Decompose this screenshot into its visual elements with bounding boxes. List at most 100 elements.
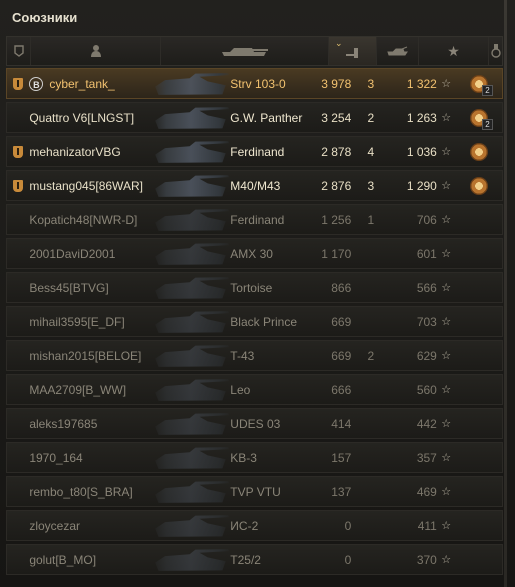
tank-image bbox=[150, 69, 230, 98]
badge-cell bbox=[7, 179, 29, 192]
xp-value: 1 036 bbox=[406, 144, 437, 159]
tank-name: KB-3 bbox=[230, 450, 257, 465]
player-name[interactable]: MAA2709[B_WW] bbox=[29, 383, 126, 397]
player-row[interactable]: rembo_t80[S_BRA] TVP VTU 137 469 ☆ bbox=[6, 476, 503, 507]
damage-value: 0 bbox=[344, 518, 352, 533]
xp-value: 357 bbox=[416, 450, 437, 465]
platoon-badge-icon bbox=[13, 77, 24, 90]
tank-silhouette-icon bbox=[155, 243, 230, 265]
frags-value: 1 bbox=[367, 212, 375, 227]
tank-name: Ferdinand bbox=[230, 212, 285, 227]
badge-column-header[interactable] bbox=[7, 37, 31, 65]
tank-name: TVP VTU bbox=[230, 484, 281, 499]
medal-icon[interactable]: 2 bbox=[469, 108, 493, 130]
xp-value: 629 bbox=[416, 348, 437, 363]
battle-pass-icon: B bbox=[29, 76, 44, 91]
xp-star-icon: ☆ bbox=[441, 78, 452, 90]
player-row[interactable]: aleks197685 UDES 03 414 442 ☆ bbox=[6, 408, 503, 439]
damage-column-icon bbox=[344, 44, 362, 58]
tank-column-header[interactable] bbox=[161, 37, 329, 65]
player-name[interactable]: mihail3595[E_DF] bbox=[29, 315, 124, 329]
damage-value: 669 bbox=[331, 314, 352, 329]
tank-image bbox=[150, 103, 230, 132]
player-row[interactable]: MAA2709[B_WW] Leo 666 560 ☆ bbox=[6, 374, 503, 405]
player-column-header[interactable] bbox=[31, 37, 161, 65]
player-name[interactable]: golut[B_MO] bbox=[29, 553, 96, 567]
player-cell: zloycezar bbox=[29, 519, 150, 533]
player-cell: mishan2015[BELOE] bbox=[29, 349, 150, 363]
player-cell: mehanizatorVBG bbox=[29, 145, 150, 159]
tank-silhouette-icon bbox=[155, 107, 230, 129]
player-row[interactable]: mehanizatorVBG Ferdinand 2 878 4 1 036 ☆ bbox=[6, 136, 503, 167]
player-name[interactable]: cyber_tank_ bbox=[49, 77, 114, 91]
badge-column-icon bbox=[13, 45, 24, 57]
tank-name: Leo bbox=[230, 382, 251, 397]
medal-cell: 2 bbox=[455, 108, 502, 130]
tank-image bbox=[150, 545, 230, 574]
medal-icon[interactable]: 2 bbox=[469, 74, 493, 96]
frags-column-header[interactable] bbox=[377, 37, 419, 65]
xp-value: 411 bbox=[417, 518, 437, 533]
player-row[interactable]: 2001DaviD2001 AMX 30 1 170 601 ☆ bbox=[6, 238, 503, 269]
damage-value: 157 bbox=[331, 450, 352, 465]
tank-silhouette-icon bbox=[155, 515, 230, 537]
tank-silhouette-icon bbox=[155, 277, 230, 299]
tank-image bbox=[150, 205, 230, 234]
damage-value: 0 bbox=[344, 552, 352, 567]
xp-value: 706 bbox=[416, 212, 437, 227]
medal-icon[interactable] bbox=[469, 142, 488, 161]
tank-name: UDES 03 bbox=[230, 416, 281, 431]
player-cell: mihail3595[E_DF] bbox=[29, 315, 150, 329]
player-cell: 2001DaviD2001 bbox=[29, 247, 150, 261]
damage-value: 669 bbox=[331, 348, 352, 363]
panel-title: Союзники bbox=[12, 10, 78, 25]
tank-silhouette-icon bbox=[155, 549, 230, 571]
xp-star-icon: ☆ bbox=[441, 282, 452, 294]
platoon-badge-icon bbox=[13, 145, 24, 158]
damage-value: 1 170 bbox=[321, 246, 352, 261]
player-name[interactable]: zloycezar bbox=[29, 519, 80, 533]
player-name[interactable]: rembo_t80[S_BRA] bbox=[29, 485, 132, 499]
xp-star-icon: ☆ bbox=[441, 180, 452, 192]
scrollbar[interactable] bbox=[504, 0, 507, 587]
xp-star-icon: ☆ bbox=[441, 316, 452, 328]
player-row[interactable]: mishan2015[BELOE] T-43 669 2 629 ☆ bbox=[6, 340, 503, 371]
player-cell: Bess45[BTVG] bbox=[29, 281, 150, 295]
achievements-column-header[interactable] bbox=[489, 37, 502, 65]
player-row[interactable]: zloycezar ИС-2 0 411 ☆ bbox=[6, 510, 503, 541]
medal-count: 2 bbox=[482, 118, 493, 130]
tank-image bbox=[150, 511, 230, 540]
damage-value: 3 254 bbox=[321, 110, 352, 125]
player-name[interactable]: Quattro V6[LNGST] bbox=[29, 111, 134, 125]
player-name[interactable]: 2001DaviD2001 bbox=[29, 247, 115, 261]
damage-column-header[interactable]: ⌄ bbox=[329, 37, 377, 65]
xp-column-icon: ★ bbox=[447, 42, 460, 59]
achievements-column-icon bbox=[490, 44, 501, 58]
frags-value: 3 bbox=[367, 178, 375, 193]
damage-value: 866 bbox=[331, 280, 352, 295]
player-row[interactable]: Bess45[BTVG] Tortoise 866 566 ☆ bbox=[6, 272, 503, 303]
player-name[interactable]: Kopatich48[NWR-D] bbox=[29, 213, 137, 227]
damage-value: 137 bbox=[331, 484, 352, 499]
player-row[interactable]: B cyber_tank_ Strv 103-0 3 978 3 1 322 ☆… bbox=[6, 68, 503, 99]
xp-star-icon: ☆ bbox=[441, 146, 452, 158]
medal-icon[interactable] bbox=[469, 176, 488, 195]
player-name[interactable]: Bess45[BTVG] bbox=[29, 281, 108, 295]
player-name[interactable]: mehanizatorVBG bbox=[29, 145, 120, 159]
xp-star-icon: ☆ bbox=[441, 452, 452, 464]
player-name[interactable]: mustang045[86WAR] bbox=[29, 179, 143, 193]
player-row[interactable]: Quattro V6[LNGST] G.W. Panther 3 254 2 1… bbox=[6, 102, 503, 133]
player-row[interactable]: Kopatich48[NWR-D] Ferdinand 1 256 1 706 … bbox=[6, 204, 503, 235]
player-row[interactable]: golut[B_MO] T25/2 0 370 ☆ bbox=[6, 544, 503, 575]
player-name[interactable]: 1970_164 bbox=[29, 451, 82, 465]
player-name[interactable]: mishan2015[BELOE] bbox=[29, 349, 141, 363]
damage-value: 1 256 bbox=[321, 212, 352, 227]
xp-column-header[interactable]: ★ bbox=[419, 37, 489, 65]
xp-star-icon: ☆ bbox=[441, 214, 452, 226]
frags-value: 3 bbox=[367, 76, 375, 91]
player-row[interactable]: 1970_164 KB-3 157 357 ☆ bbox=[6, 442, 503, 473]
player-column-icon bbox=[90, 44, 102, 58]
player-row[interactable]: mustang045[86WAR] M40/M43 2 876 3 1 290 … bbox=[6, 170, 503, 201]
player-name[interactable]: aleks197685 bbox=[29, 417, 97, 431]
player-row[interactable]: mihail3595[E_DF] Black Prince 669 703 ☆ bbox=[6, 306, 503, 337]
